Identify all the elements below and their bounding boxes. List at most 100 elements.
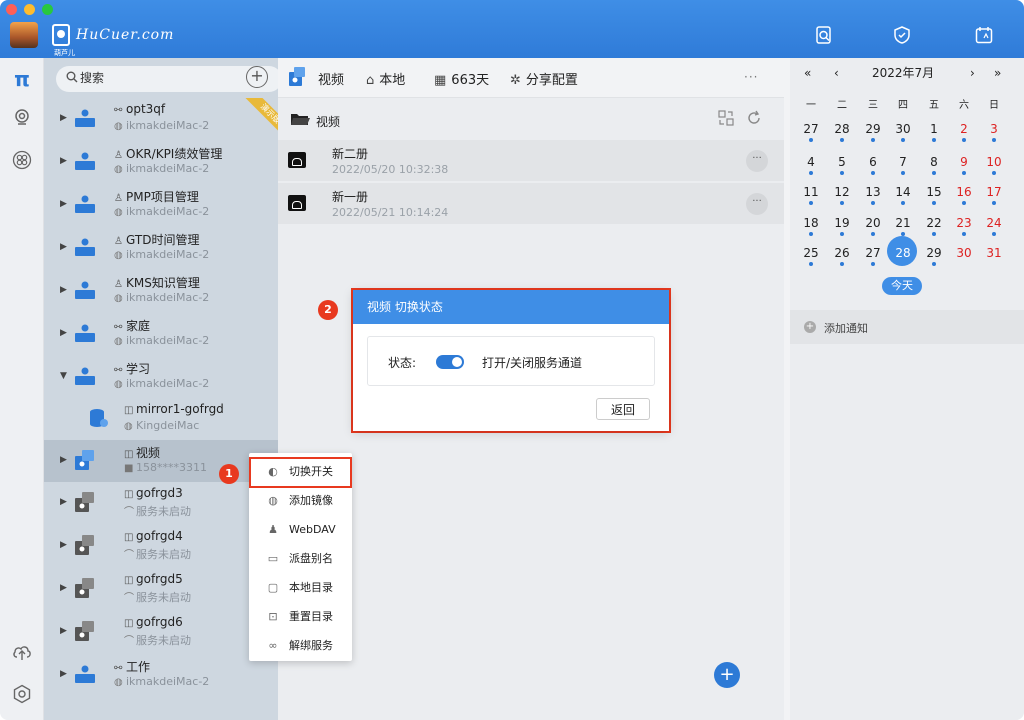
calendar-day[interactable]: 9: [949, 153, 979, 179]
file-more-button[interactable]: ···: [746, 150, 768, 172]
expand-arrow-icon[interactable]: ▶: [60, 497, 67, 507]
service-channel-toggle[interactable]: [436, 355, 464, 369]
tree-node[interactable]: ▼ ⚯ 学习 ◍ ikmakdeiMac-2: [44, 356, 278, 398]
calendar-day[interactable]: 2: [949, 120, 979, 146]
tree-node[interactable]: ◫ mirror1-gofrgd ◍ KingdeiMac: [44, 398, 278, 440]
expand-arrow-icon[interactable]: ▶: [60, 626, 67, 636]
calendar-day[interactable]: 28: [827, 120, 857, 146]
calendar-day[interactable]: 11: [796, 183, 826, 209]
calendar-day[interactable]: 29: [858, 120, 888, 146]
add-service-button[interactable]: +: [246, 66, 268, 88]
calendar-day[interactable]: 24: [979, 214, 1009, 240]
calendar-day[interactable]: 25: [796, 244, 826, 270]
file-row[interactable]: 新一册 2022/05/21 10:14:24 ···: [278, 183, 784, 225]
minimize-window-button[interactable]: [24, 4, 35, 15]
calendar-day[interactable]: 8: [919, 153, 949, 179]
toolbar-local[interactable]: ⌂ 本地: [366, 69, 405, 88]
expand-arrow-icon[interactable]: ▶: [60, 156, 67, 166]
tree-node[interactable]: ▶ ◫ gofrgd4 ⌒ 服务未启动: [44, 525, 278, 567]
search-box[interactable]: [56, 66, 278, 92]
expand-arrow-icon[interactable]: ▶: [60, 328, 67, 338]
user-avatar[interactable]: [10, 22, 38, 48]
expand-arrow-icon[interactable]: ▼: [60, 371, 67, 381]
calendar-day[interactable]: 5: [827, 153, 857, 179]
context-menu-item[interactable]: ◍ 添加镜像: [249, 486, 352, 515]
calendar-day[interactable]: 12: [827, 183, 857, 209]
next-month-button[interactable]: ›: [970, 66, 975, 80]
calendar-day[interactable]: 14: [888, 183, 918, 209]
calendar-day[interactable]: 22: [919, 214, 949, 240]
add-fab-button[interactable]: +: [714, 662, 740, 688]
calendar-day[interactable]: 21: [888, 214, 918, 240]
expand-arrow-icon[interactable]: ▶: [60, 199, 67, 209]
calendar-day[interactable]: 6: [858, 153, 888, 179]
calendar-day[interactable]: 27: [796, 120, 826, 146]
toolbar-more-button[interactable]: ···: [744, 70, 758, 84]
calendar-day[interactable]: 7: [888, 153, 918, 179]
calendar-day[interactable]: 31: [979, 244, 1009, 270]
calendar-day[interactable]: 19: [827, 214, 857, 240]
expand-arrow-icon[interactable]: ▶: [60, 669, 67, 679]
context-menu-item[interactable]: ▢ 本地目录: [249, 573, 352, 602]
calendar-day[interactable]: 16: [949, 183, 979, 209]
context-menu-item[interactable]: ∞ 解绑服务: [249, 631, 352, 660]
search-document-icon[interactable]: [815, 26, 833, 44]
shield-icon[interactable]: [893, 26, 911, 44]
calendar-day[interactable]: 1: [919, 120, 949, 146]
calendar-day[interactable]: 30: [888, 120, 918, 146]
prev-month-button[interactable]: ‹: [834, 66, 839, 80]
settings-icon[interactable]: [8, 684, 36, 710]
tree-node[interactable]: ▶ ♙ OKR/KPI绩效管理 ◍ ikmakdeiMac-2: [44, 141, 278, 183]
calendar-day[interactable]: 27: [858, 244, 888, 270]
file-row[interactable]: 新二册 2022/05/20 10:32:38 ···: [278, 140, 784, 182]
tree-node[interactable]: ▶ ♙ KMS知识管理 ◍ ikmakdeiMac-2: [44, 270, 278, 312]
expand-arrow-icon[interactable]: ▶: [60, 113, 67, 123]
calendar-day[interactable]: 10: [979, 153, 1009, 179]
calendar-day[interactable]: 23: [949, 214, 979, 240]
tree-node[interactable]: ▶ ♙ GTD时间管理 ◍ ikmakdeiMac-2: [44, 227, 278, 269]
maximize-window-button[interactable]: [42, 4, 53, 15]
close-window-button[interactable]: [6, 4, 17, 15]
prev-year-button[interactable]: «: [804, 66, 811, 80]
calendar-icon[interactable]: [975, 26, 993, 44]
expand-arrow-icon[interactable]: ▶: [60, 540, 67, 550]
tree-node[interactable]: ▶ ◫ gofrgd3 ⌒ 服务未启动: [44, 482, 278, 524]
refresh-icon[interactable]: [746, 110, 762, 130]
tree-node[interactable]: ▶ ◫ 视频 ■ 158****3311: [44, 440, 278, 482]
toolbar-share-config[interactable]: ✲ 分享配置: [510, 69, 578, 88]
expand-arrow-icon[interactable]: ▶: [60, 455, 67, 465]
file-more-button[interactable]: ···: [746, 193, 768, 215]
calendar-day[interactable]: 13: [858, 183, 888, 209]
calendar-day[interactable]: 3: [979, 120, 1009, 146]
expand-arrow-icon[interactable]: ▶: [60, 242, 67, 252]
apps-icon[interactable]: [8, 150, 36, 176]
calendar-day[interactable]: 20: [858, 214, 888, 240]
tree-node[interactable]: ▶ ⚯ 家庭 ◍ ikmakdeiMac-2: [44, 313, 278, 355]
tree-node[interactable]: ▶ ◫ gofrgd5 ⌒ 服务未启动: [44, 568, 278, 610]
calendar-day[interactable]: 29: [919, 244, 949, 270]
calendar-day[interactable]: 17: [979, 183, 1009, 209]
calendar-day[interactable]: 28: [888, 244, 918, 270]
next-year-button[interactable]: »: [994, 66, 1001, 80]
calendar-day[interactable]: 15: [919, 183, 949, 209]
back-button[interactable]: 返回: [596, 398, 650, 420]
search-input[interactable]: [80, 71, 200, 85]
tree-node[interactable]: ▶ ♙ PMP项目管理 ◍ ikmakdeiMac-2: [44, 184, 278, 226]
calendar-day[interactable]: 18: [796, 214, 826, 240]
add-notice-row[interactable]: + 添加通知: [790, 310, 1024, 344]
calendar-day[interactable]: 4: [796, 153, 826, 179]
context-menu-item[interactable]: ♟ WebDAV: [249, 515, 352, 544]
switch-view-icon[interactable]: [718, 110, 734, 130]
expand-arrow-icon[interactable]: ▶: [60, 583, 67, 593]
calendar-day[interactable]: 26: [827, 244, 857, 270]
tree-node[interactable]: ▶ ◫ gofrgd6 ⌒ 服务未启动: [44, 611, 278, 653]
expand-arrow-icon[interactable]: ▶: [60, 285, 67, 295]
devices-icon[interactable]: [8, 108, 36, 134]
context-menu-item[interactable]: ▭ 派盘别名: [249, 544, 352, 573]
app-home-icon[interactable]: π: [8, 66, 36, 92]
tree-node[interactable]: ▶ ⚯ opt3qf ◍ ikmakdeiMac-2 演示版: [44, 98, 278, 140]
tree-node[interactable]: ▶ ⚯ 工作 ◍ ikmakdeiMac-2: [44, 654, 278, 696]
context-menu-item[interactable]: ⊡ 重置目录: [249, 602, 352, 631]
cloud-upload-icon[interactable]: [8, 642, 36, 668]
calendar-day[interactable]: 30: [949, 244, 979, 270]
